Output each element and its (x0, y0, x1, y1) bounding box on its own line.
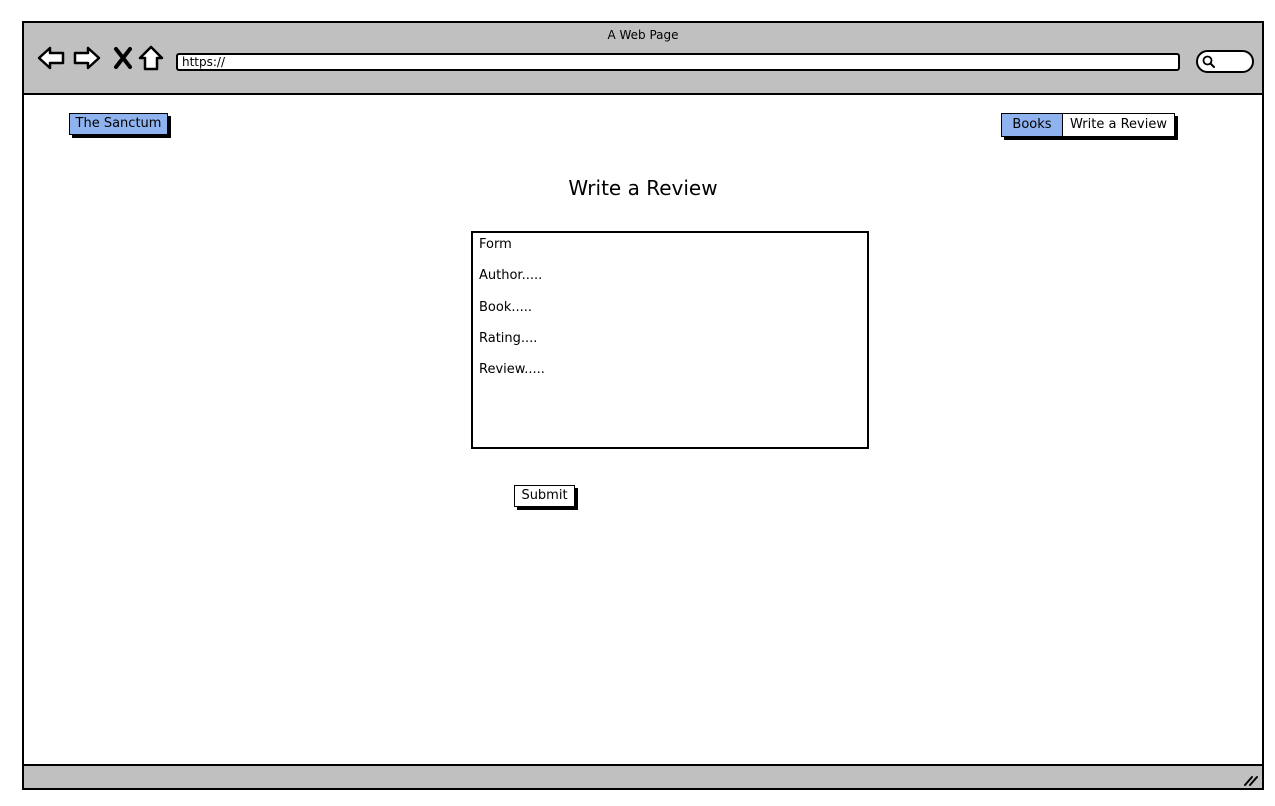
brand-button[interactable]: The Sanctum (69, 113, 168, 135)
browser-search-button[interactable] (1196, 50, 1254, 73)
submit-button[interactable]: Submit (514, 485, 575, 507)
book-field[interactable]: Book..... (479, 300, 532, 315)
home-icon[interactable] (136, 43, 166, 73)
search-icon (1202, 55, 1215, 68)
author-field[interactable]: Author..... (479, 268, 542, 283)
form-title: Form (479, 237, 512, 252)
review-field[interactable]: Review..... (479, 362, 545, 377)
back-arrow-icon[interactable] (36, 43, 66, 73)
nav-tabs: Books Write a Review (1001, 113, 1175, 137)
stop-x-icon[interactable] (108, 43, 138, 73)
review-form: Form Author..... Book..... Rating.... Re… (471, 231, 869, 449)
window-title: A Web Page (607, 28, 679, 42)
status-bar (24, 764, 1262, 788)
page-title: Write a Review (568, 176, 718, 200)
tab-books[interactable]: Books (1002, 114, 1063, 136)
tab-write-review[interactable]: Write a Review (1063, 114, 1174, 136)
browser-window: A Web Page https:// The Sanctum Books Wr… (22, 21, 1264, 790)
rating-field[interactable]: Rating.... (479, 331, 537, 346)
forward-arrow-icon[interactable] (72, 43, 102, 73)
resize-grip-icon[interactable] (1242, 770, 1258, 786)
url-input[interactable]: https:// (176, 53, 1180, 71)
browser-toolbar: A Web Page https:// (24, 23, 1262, 95)
